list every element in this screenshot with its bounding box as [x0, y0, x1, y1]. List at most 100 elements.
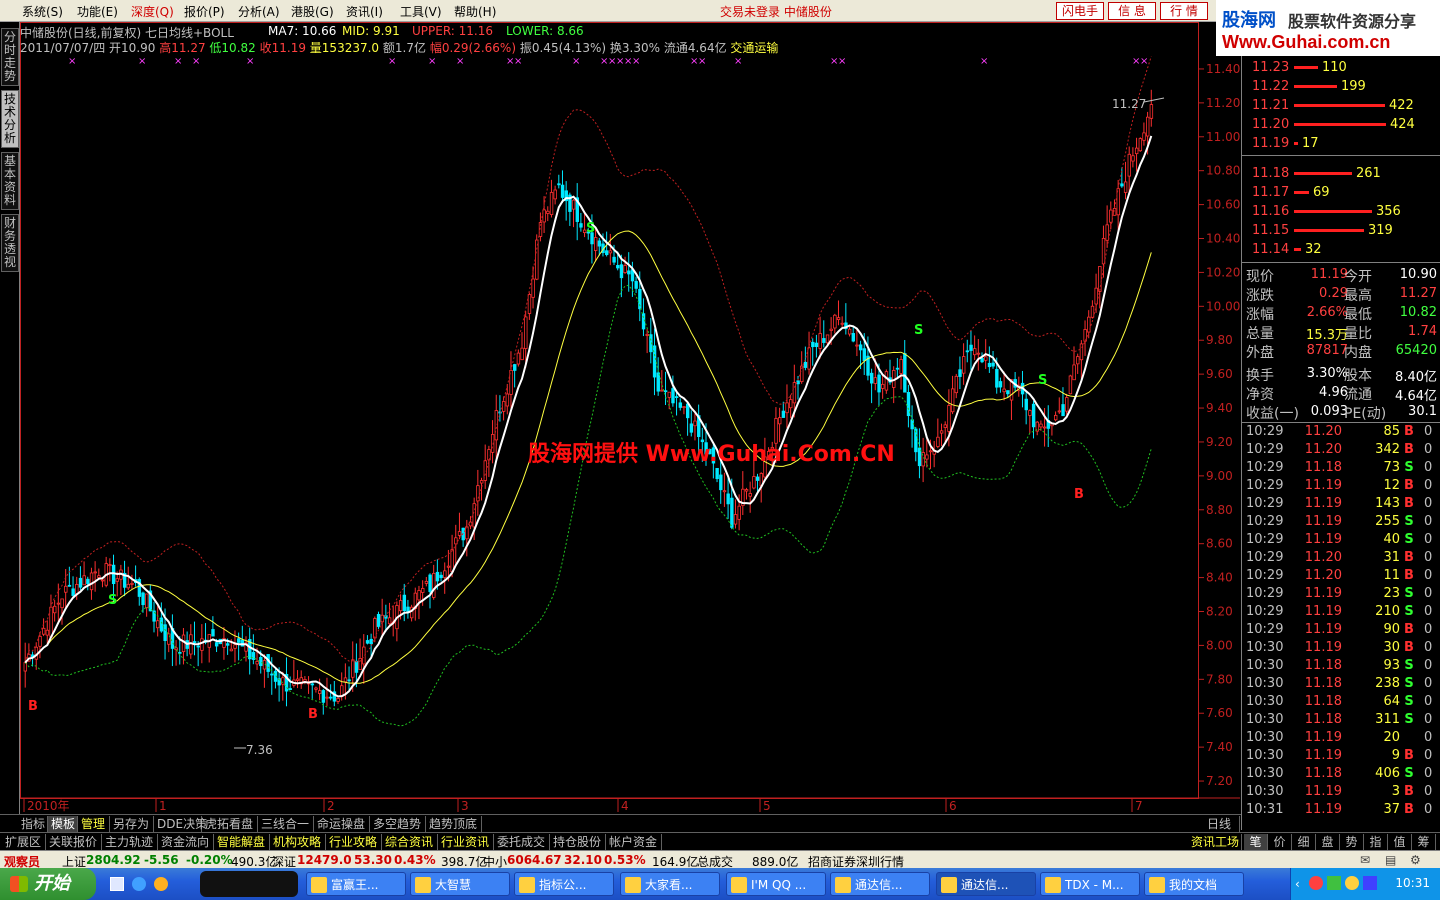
info-button[interactable]: 信 息 [1108, 2, 1156, 20]
candle [1109, 201, 1113, 230]
taskbar-button[interactable]: 我的文档 [1144, 872, 1244, 896]
taskbar-button[interactable]: 富赢王... [306, 872, 406, 896]
kline-chart[interactable]: 11.40 11.20 11.00 10.80 10.60 10.40 10.20 10.00… [20, 22, 1240, 818]
orderbook-row[interactable]: 11.20 424 [1242, 115, 1440, 133]
candle-body [1002, 388, 1006, 393]
right-panel-tab[interactable]: 值 [1388, 834, 1412, 850]
period-label[interactable]: 日线 [1204, 816, 1240, 832]
menu-function[interactable]: 功能(E) [77, 3, 118, 20]
settings-icon[interactable]: ⚙ [1410, 853, 1421, 867]
bar-industry[interactable]: 交通运输 [730, 41, 778, 55]
menu-tools[interactable]: 工具(V) [400, 3, 442, 20]
candle-body [778, 417, 782, 425]
tray-app-icon-4[interactable] [1363, 876, 1377, 890]
candle-body [686, 403, 690, 419]
vtab-financial[interactable]: 财务透视 [1, 214, 19, 272]
orderbook-row[interactable]: 11.14 32 [1242, 240, 1440, 258]
taskbar-button[interactable]: 大智慧 [410, 872, 510, 896]
flash-trade-button[interactable]: 闪电手 [1056, 2, 1104, 20]
menu-analysis[interactable]: 分析(A) [238, 3, 280, 20]
extension-tab[interactable]: 机构攻略 [270, 834, 326, 850]
right-panel-tab[interactable]: 势 [1340, 834, 1364, 850]
orderbook-row[interactable]: 11.18 261 [1242, 164, 1440, 182]
indicator-tab[interactable]: 三线合一 [258, 816, 314, 832]
tray-app-icon-3[interactable] [1345, 876, 1359, 890]
taskbar-button[interactable]: I'M QQ ... [726, 872, 826, 896]
extension-tab[interactable]: 行业资讯 [438, 834, 494, 850]
orderbook-row[interactable]: 11.21 422 [1242, 96, 1440, 114]
orderbook-row[interactable]: 11.16 356 [1242, 202, 1440, 220]
extension-tab[interactable]: 帐户资金 [606, 834, 662, 850]
quicklaunch-ie-icon[interactable] [154, 877, 168, 891]
tray-arrow-icon[interactable]: ‹ [1295, 877, 1300, 891]
tick-price: 11.20 [1304, 424, 1342, 439]
tray-app-icon-1[interactable] [1309, 876, 1323, 890]
orderbook-bar [1294, 229, 1364, 232]
orderbook-row[interactable]: 11.23 110 [1242, 58, 1440, 76]
indicator-tab[interactable]: 趋势顶底 [426, 816, 482, 832]
indicator-tab[interactable]: 命运操盘 [314, 816, 370, 832]
candle [71, 576, 75, 597]
indicator-tab[interactable]: DDE决策 [154, 816, 207, 832]
candle-body [1146, 116, 1150, 137]
quicklaunch-desktop-icon[interactable] [110, 877, 124, 891]
market-button[interactable]: 行 情 [1160, 2, 1208, 20]
news-factory-tab[interactable]: 资讯工场 [1188, 834, 1242, 850]
taskbar-button[interactable]: 大家看... [620, 872, 720, 896]
orderbook-row[interactable]: 11.15 319 [1242, 221, 1440, 239]
extension-tab[interactable]: 扩展区 [2, 834, 46, 850]
right-panel-tab[interactable]: 笔 [1244, 834, 1268, 850]
taskbar-button[interactable]: 通达信... [830, 872, 930, 896]
indicator-tab[interactable]: 模板 [48, 816, 78, 832]
extension-tab[interactable]: 行业攻略 [326, 834, 382, 850]
candle [1013, 372, 1017, 392]
tick-row: 10:29 11.19 143 B 0 [1242, 496, 1440, 514]
mail-icon[interactable]: ✉ [1360, 853, 1370, 867]
app-icon [519, 877, 535, 893]
menu-quote[interactable]: 报价(P) [184, 3, 225, 20]
candle-body [358, 658, 362, 671]
quote-label: 股本 [1344, 368, 1372, 384]
right-panel-tab[interactable]: 盘 [1316, 834, 1340, 850]
menu-depth[interactable]: 深度(Q) [131, 3, 174, 20]
vtab-fundamental[interactable]: 基本资料 [1, 152, 19, 210]
taskbar-button[interactable]: TDX - M... [1040, 872, 1140, 896]
extension-tab[interactable]: 关联报价 [46, 834, 102, 850]
right-panel-tab[interactable]: 价 [1268, 834, 1292, 850]
orderbook-row[interactable]: 11.19 17 [1242, 134, 1440, 152]
indicator-tab[interactable]: 虎拓看盘 [202, 816, 258, 832]
orderbook-row[interactable]: 11.17 69 [1242, 183, 1440, 201]
signal-icon[interactable]: ▤ [1385, 853, 1396, 867]
menu-hk[interactable]: 港股(G) [291, 3, 334, 20]
extension-tab[interactable]: 持仓股份 [550, 834, 606, 850]
orderbook-row[interactable]: 11.22 199 [1242, 77, 1440, 95]
tick-row: 10:31 11.19 37 B 0 [1242, 802, 1440, 820]
start-button[interactable]: 开始 [0, 868, 96, 900]
indicator-tab[interactable]: 指标 [18, 816, 48, 832]
menu-help[interactable]: 帮助(H) [454, 3, 496, 20]
tick-time: 10:29 [1246, 460, 1284, 475]
extension-tab[interactable]: 主力轨迹 [102, 834, 158, 850]
tick-row: 10:30 11.19 30 B 0 [1242, 640, 1440, 658]
extension-tab[interactable]: 智能解盘 [214, 834, 270, 850]
candle [137, 577, 142, 606]
indicator-tab[interactable]: 另存为 [110, 816, 154, 832]
indicator-tab[interactable]: 管理 [78, 816, 110, 832]
indicator-tab[interactable]: 多空趋势 [370, 816, 426, 832]
menu-system[interactable]: 系统(S) [22, 3, 63, 20]
extension-tab[interactable]: 资金流向 [158, 834, 214, 850]
taskbar-button[interactable]: 通达信... [936, 872, 1036, 896]
right-panel-tab[interactable]: 指 [1364, 834, 1388, 850]
extension-tab[interactable]: 综合资讯 [382, 834, 438, 850]
right-panel-tab[interactable]: 细 [1292, 834, 1316, 850]
taskbar-button[interactable]: 指标公... [514, 872, 614, 896]
vtab-technical[interactable]: 技术分析 [1, 90, 19, 148]
tray-app-icon-2[interactable] [1327, 876, 1341, 890]
vtab-intraday[interactable]: 分时走势 [1, 28, 19, 86]
quicklaunch-media-icon[interactable] [132, 877, 146, 891]
right-panel-tab[interactable]: 筹 [1412, 834, 1436, 850]
y-tick-label: 10.20 [1206, 265, 1240, 279]
menu-news[interactable]: 资讯(I) [346, 3, 383, 20]
clock[interactable]: 10:31 [1395, 876, 1430, 890]
extension-tab[interactable]: 委托成交 [494, 834, 550, 850]
